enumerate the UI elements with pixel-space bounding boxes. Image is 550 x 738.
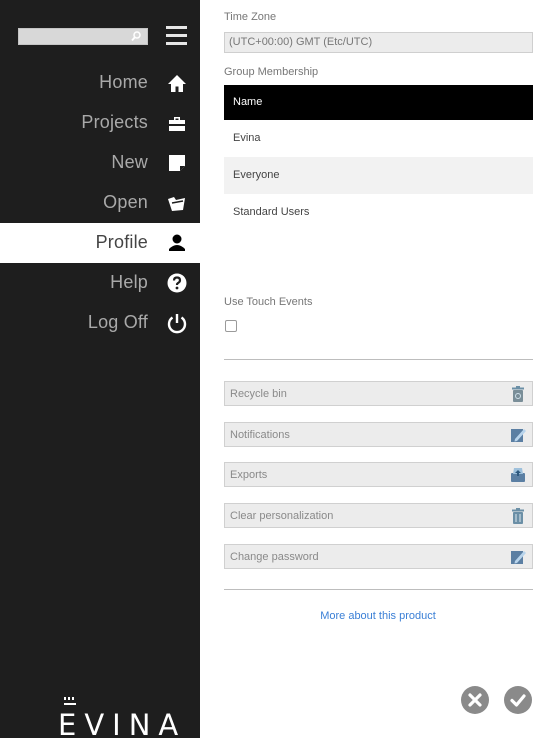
table-row[interactable]: Evina: [224, 120, 533, 157]
sidebar-item-home[interactable]: Home: [0, 63, 200, 103]
cancel-button[interactable]: [461, 686, 489, 714]
edit-icon: [511, 551, 526, 564]
sidebar-item-label: Projects: [81, 112, 148, 132]
sidebar-item-label: Home: [99, 72, 148, 92]
recycle-bin-button[interactable]: Recycle bin: [224, 381, 533, 406]
action-label: Change password: [230, 551, 319, 563]
touch-events-label: Use Touch Events: [224, 296, 313, 308]
hamburger-menu-icon[interactable]: [166, 26, 187, 45]
search-icon[interactable]: [131, 31, 141, 42]
confirm-button[interactable]: [504, 686, 532, 714]
sidebar-item-profile[interactable]: Profile: [0, 223, 200, 263]
sidebar: Home Projects New Open Profile Help Log …: [0, 0, 200, 738]
sidebar-item-label: Open: [103, 192, 148, 212]
sidebar-item-help[interactable]: Help: [0, 263, 200, 303]
logo: EVINA: [58, 694, 200, 738]
exports-button[interactable]: Exports: [224, 462, 533, 487]
search-input[interactable]: [18, 28, 148, 45]
new-note-icon: [169, 155, 185, 171]
edit-icon: [511, 429, 526, 442]
action-label: Exports: [230, 469, 268, 481]
confirm-icon: [510, 694, 526, 707]
sidebar-item-new[interactable]: New: [0, 143, 200, 183]
power-icon: [167, 314, 187, 334]
more-about-product-link[interactable]: More about this product: [200, 610, 550, 622]
trash-icon: [512, 508, 524, 524]
sidebar-item-label: Help: [110, 272, 148, 292]
notifications-button[interactable]: Notifications: [224, 422, 533, 447]
export-icon: [511, 468, 525, 482]
divider: [224, 589, 533, 590]
sidebar-item-label: Profile: [95, 232, 148, 252]
group-membership-table: Name Evina Everyone Standard Users: [224, 85, 533, 231]
action-label: Clear personalization: [230, 510, 334, 522]
group-membership-label: Group Membership: [224, 66, 319, 78]
change-password-button[interactable]: Change password: [224, 544, 533, 569]
sidebar-item-log-off[interactable]: Log Off: [0, 303, 200, 343]
sidebar-item-projects[interactable]: Projects: [0, 103, 200, 143]
time-zone-select[interactable]: (UTC+00:00) GMT (Etc/UTC): [224, 32, 533, 53]
divider: [224, 359, 533, 360]
help-icon: [167, 273, 187, 293]
action-label: Recycle bin: [230, 388, 287, 400]
cancel-icon: [468, 693, 482, 707]
table-row[interactable]: Standard Users: [224, 194, 533, 231]
recycle-bin-icon: [512, 386, 524, 402]
table-header-name[interactable]: Name: [224, 85, 533, 120]
touch-events-checkbox[interactable]: [225, 320, 237, 332]
profile-panel: Time Zone (UTC+00:00) GMT (Etc/UTC) Grou…: [200, 0, 550, 738]
logo-text: EVINA: [58, 708, 187, 738]
sidebar-item-label: Log Off: [87, 312, 148, 332]
home-icon: [168, 75, 186, 92]
time-zone-label: Time Zone: [224, 11, 277, 23]
sidebar-item-label: New: [111, 152, 148, 172]
open-folder-icon: [168, 197, 185, 211]
sidebar-item-open[interactable]: Open: [0, 183, 200, 223]
action-label: Notifications: [230, 429, 290, 441]
clear-personalization-button[interactable]: Clear personalization: [224, 503, 533, 528]
briefcase-icon: [169, 117, 185, 131]
user-icon: [169, 234, 185, 251]
table-row[interactable]: Everyone: [224, 157, 533, 194]
